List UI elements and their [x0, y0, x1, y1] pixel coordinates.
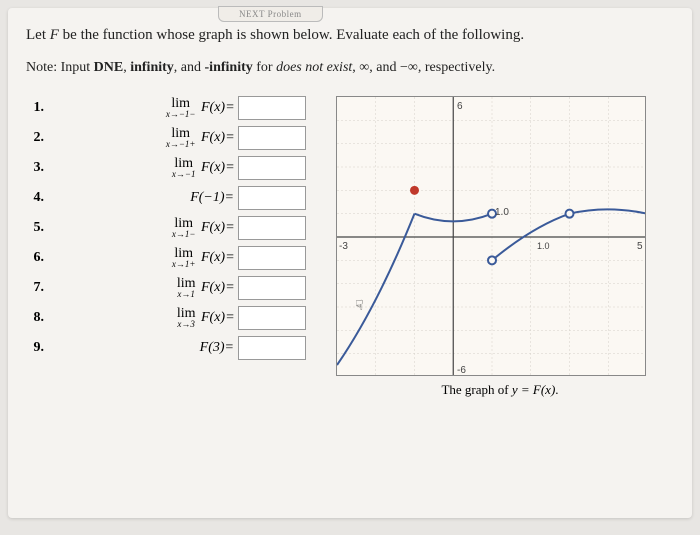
- problem-expression: F(3)=: [50, 340, 238, 356]
- problem-7: 7. limx→1 F(x)=: [26, 276, 306, 300]
- problem-number: 4.: [26, 190, 50, 206]
- problem-3: 3. limx→−1 F(x)=: [26, 156, 306, 180]
- svg-text:6: 6: [457, 101, 463, 112]
- problem-expression: limx→−1− F(x)=: [50, 97, 238, 119]
- problem-list: 1. limx→−1− F(x)= 2. limx→−1+ F(x)= 3. l…: [26, 96, 306, 398]
- next-problem-tab[interactable]: NEXT Problem: [218, 6, 323, 22]
- problem-2: 2. limx→−1+ F(x)=: [26, 126, 306, 150]
- function-graph: 6 1.0 -6 -3 1.0 5: [337, 97, 646, 376]
- answer-input-1[interactable]: [238, 96, 306, 120]
- problem-expression: limx→1 F(x)=: [50, 277, 238, 299]
- problem-4: 4. F(−1)=: [26, 186, 306, 210]
- problem-6: 6. limx→1+ F(x)=: [26, 246, 306, 270]
- svg-text:-3: -3: [339, 241, 348, 252]
- answer-input-3[interactable]: [238, 156, 306, 180]
- graph-panel: 6 1.0 -6 -3 1.0 5 ☟ The graph of y = F(x…: [326, 96, 674, 398]
- graph-box: 6 1.0 -6 -3 1.0 5 ☟: [336, 96, 646, 376]
- intro-text: Let F be the function whose graph is sho…: [26, 24, 674, 47]
- note-text: Note: Input DNE, infinity, and -infinity…: [26, 57, 674, 78]
- problem-expression: limx→−1 F(x)=: [50, 157, 238, 179]
- problem-number: 5.: [26, 220, 50, 236]
- svg-text:1.0: 1.0: [537, 241, 550, 251]
- svg-text:-6: -6: [457, 365, 466, 376]
- problem-card: NEXT Problem Let F be the function whose…: [8, 8, 692, 518]
- problem-number: 6.: [26, 250, 50, 266]
- problem-5: 5. limx→1− F(x)=: [26, 216, 306, 240]
- answer-input-5[interactable]: [238, 216, 306, 240]
- svg-text:1.0: 1.0: [495, 207, 509, 218]
- answer-input-9[interactable]: [238, 336, 306, 360]
- problem-1: 1. limx→−1− F(x)=: [26, 96, 306, 120]
- problem-number: 7.: [26, 280, 50, 296]
- answer-input-2[interactable]: [238, 126, 306, 150]
- graph-caption: The graph of y = F(x).: [326, 382, 674, 398]
- answer-input-4[interactable]: [238, 186, 306, 210]
- problem-number: 9.: [26, 340, 50, 356]
- problem-8: 8. limx→3 F(x)=: [26, 306, 306, 330]
- problem-expression: limx→−1+ F(x)=: [50, 127, 238, 149]
- problem-number: 3.: [26, 160, 50, 176]
- problem-expression: limx→3 F(x)=: [50, 307, 238, 329]
- problem-expression: limx→1− F(x)=: [50, 217, 238, 239]
- problem-number: 1.: [26, 100, 50, 116]
- problem-expression: limx→1+ F(x)=: [50, 247, 238, 269]
- problem-expression: F(−1)=: [50, 190, 238, 206]
- answer-input-6[interactable]: [238, 246, 306, 270]
- svg-text:5: 5: [637, 241, 643, 252]
- cursor-icon: ☟: [355, 298, 364, 315]
- answer-input-8[interactable]: [238, 306, 306, 330]
- answer-input-7[interactable]: [238, 276, 306, 300]
- problem-number: 2.: [26, 130, 50, 146]
- problem-number: 8.: [26, 310, 50, 326]
- problem-9: 9. F(3)=: [26, 336, 306, 360]
